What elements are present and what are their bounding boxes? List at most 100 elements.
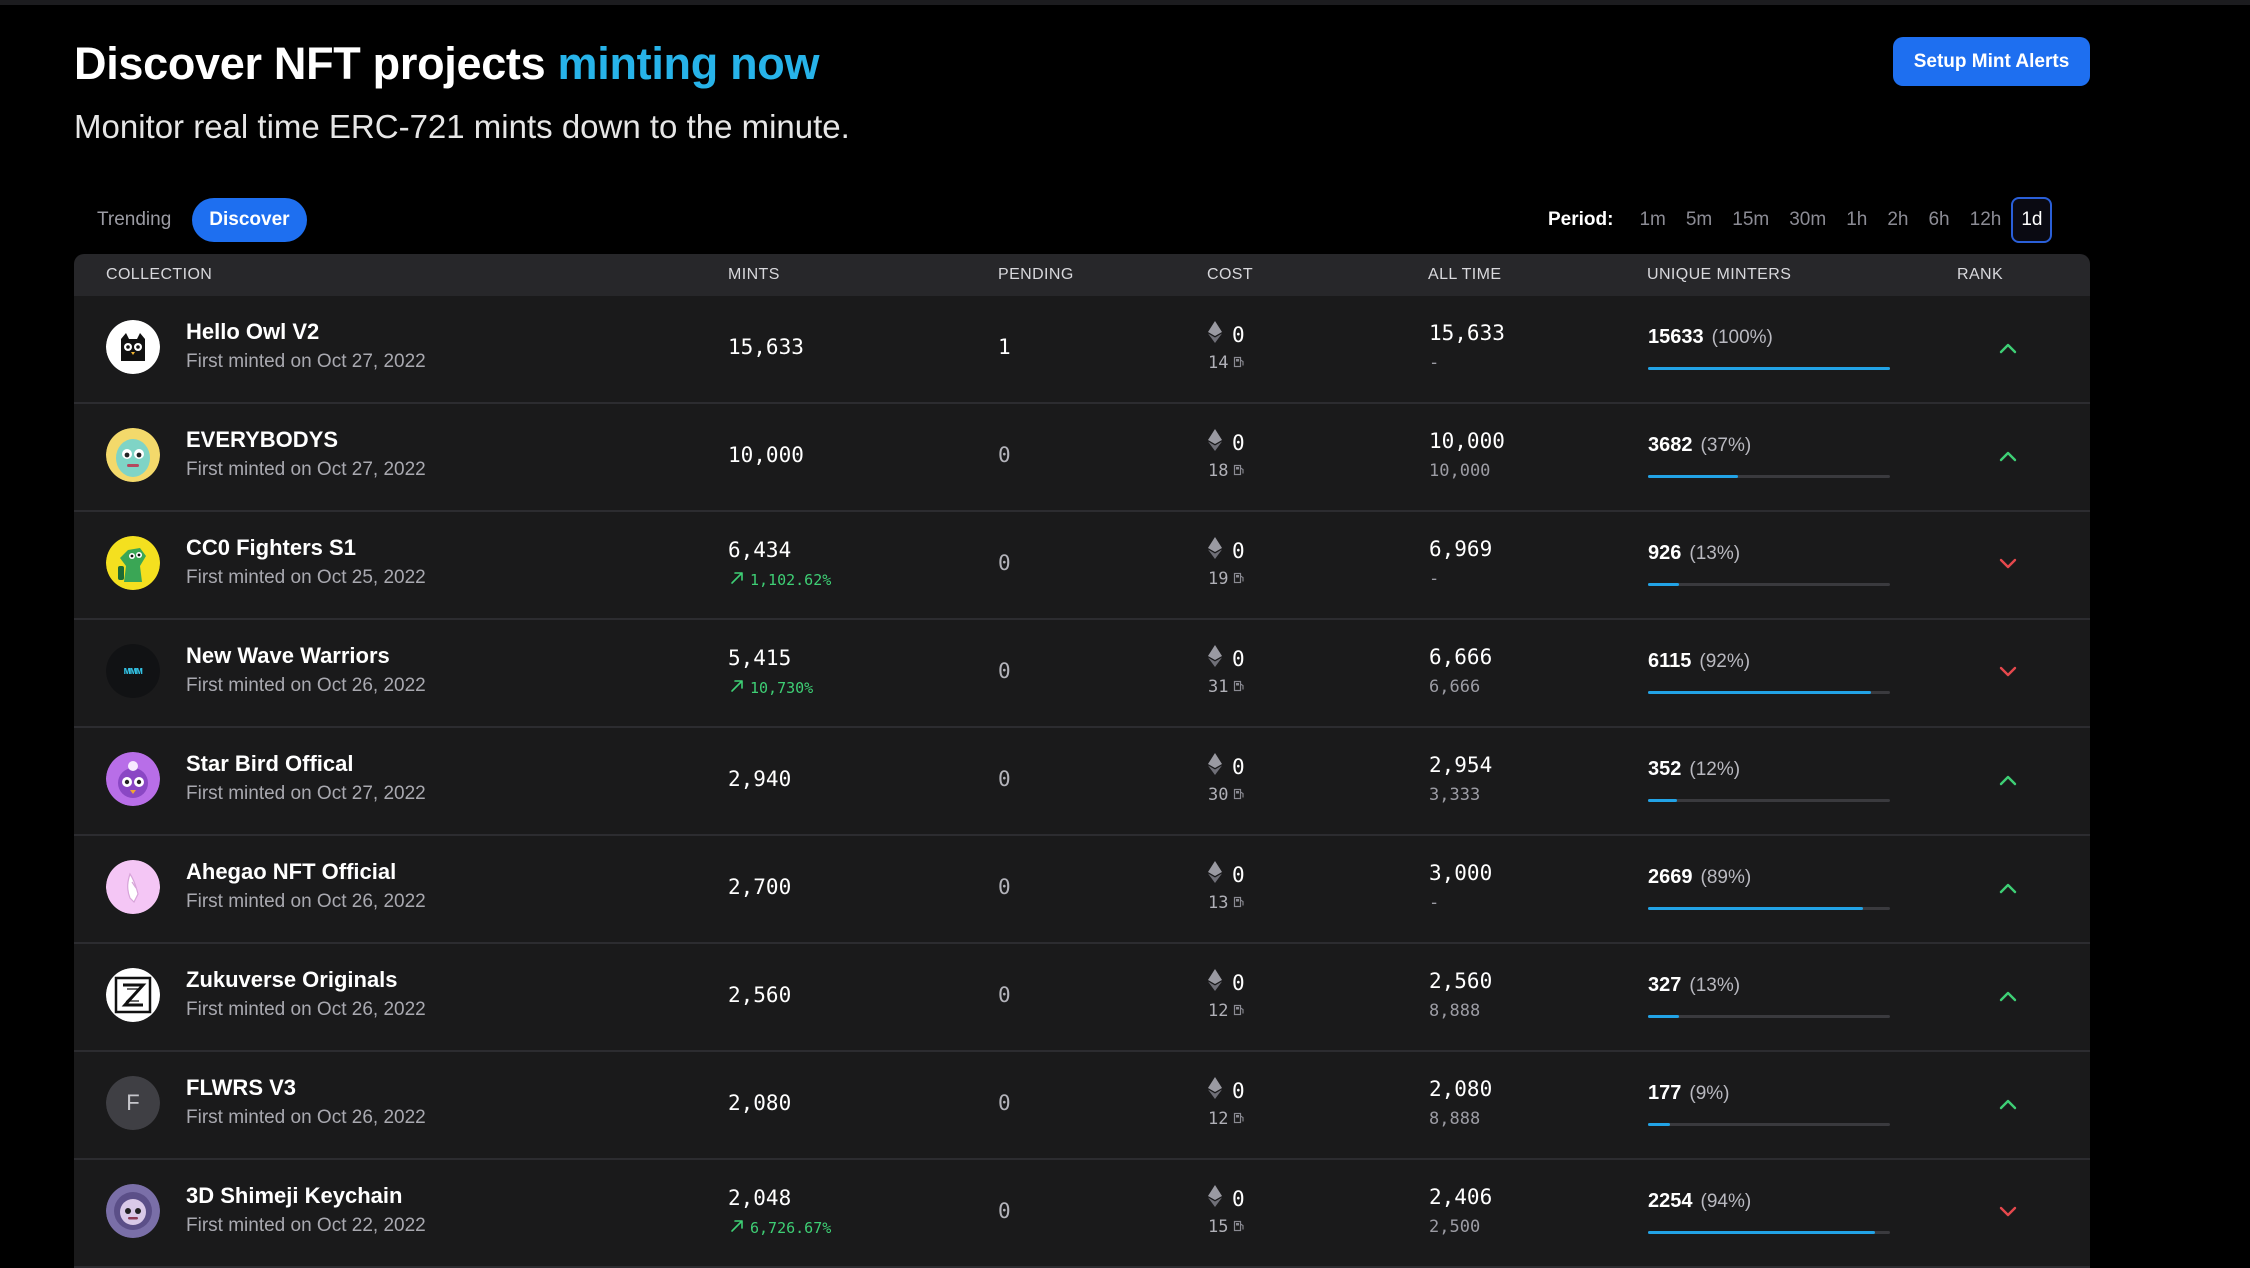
tab-trending[interactable]: Trending bbox=[80, 198, 188, 242]
table-row[interactable]: Ahegao NFT Official First minted on Oct … bbox=[74, 836, 2090, 944]
trend-up-arrow-icon bbox=[730, 571, 744, 589]
period-12h[interactable]: 12h bbox=[1960, 197, 2012, 243]
mints-count: 10,000 bbox=[728, 443, 804, 467]
collection-name[interactable]: EVERYBODYS bbox=[186, 427, 338, 453]
collection-avatar bbox=[106, 1184, 160, 1238]
pending-count: 0 bbox=[998, 1091, 1011, 1115]
collection-name[interactable]: 3D Shimeji Keychain bbox=[186, 1183, 402, 1209]
period-2h[interactable]: 2h bbox=[1877, 197, 1918, 243]
gas-pump-icon bbox=[1233, 569, 1245, 589]
collection-avatar: ᴍᴍᴍ bbox=[106, 644, 160, 698]
collection-name[interactable]: Ahegao NFT Official bbox=[186, 859, 396, 885]
cost: 0 bbox=[1208, 969, 1245, 996]
pending-count: 0 bbox=[998, 551, 1011, 575]
period-15m[interactable]: 15m bbox=[1722, 197, 1779, 243]
period-5m[interactable]: 5m bbox=[1676, 197, 1722, 243]
title-main: Discover NFT projects bbox=[74, 38, 546, 89]
collection-name[interactable]: New Wave Warriors bbox=[186, 643, 390, 669]
unique-minters-percent: (37%) bbox=[1700, 435, 1752, 456]
unique-minters-bar bbox=[1648, 1123, 1890, 1126]
collection-name[interactable]: Zukuverse Originals bbox=[186, 967, 398, 993]
cost-value: 0 bbox=[1232, 862, 1245, 887]
unique-minters: 352 (12%) bbox=[1648, 758, 1740, 781]
col-all-time[interactable]: ALL TIME bbox=[1428, 254, 1501, 296]
growth-value: 6,726.67% bbox=[750, 1219, 832, 1237]
pending-count: 0 bbox=[998, 875, 1011, 899]
unique-minters-count: 352 bbox=[1648, 758, 1682, 780]
collection-name[interactable]: CC0 Fighters S1 bbox=[186, 535, 356, 561]
gas-cost: 30 bbox=[1208, 785, 1245, 805]
unique-minters-bar-fill bbox=[1648, 367, 1890, 370]
all-time-count: 2,560 bbox=[1429, 969, 1493, 993]
rank-up-icon bbox=[1997, 985, 2019, 1007]
gas-value: 13 bbox=[1208, 893, 1229, 913]
cost-value: 0 bbox=[1232, 322, 1245, 347]
table-row[interactable]: ᴍᴍᴍ New Wave Warriors First minted on Oc… bbox=[74, 620, 2090, 728]
max-supply: - bbox=[1429, 893, 1440, 913]
max-supply: - bbox=[1429, 353, 1440, 373]
unique-minters-bar-fill bbox=[1648, 799, 1678, 802]
title-accent: minting now bbox=[557, 38, 820, 89]
cost: 0 bbox=[1208, 537, 1245, 564]
mints-count: 2,080 bbox=[728, 1091, 792, 1115]
cost-value: 0 bbox=[1232, 538, 1245, 563]
all-time-count: 15,633 bbox=[1429, 321, 1505, 345]
col-mints[interactable]: MINTS bbox=[728, 254, 780, 296]
collection-name[interactable]: Hello Owl V2 bbox=[186, 319, 319, 345]
gas-pump-icon bbox=[1233, 893, 1245, 913]
unique-minters: 2669 (89%) bbox=[1648, 866, 1751, 889]
eth-icon bbox=[1208, 861, 1222, 888]
period-30m[interactable]: 30m bbox=[1779, 197, 1836, 243]
unique-minters: 15633 (100%) bbox=[1648, 326, 1773, 349]
mints-count: 2,700 bbox=[728, 875, 792, 899]
collection-name[interactable]: FLWRS V3 bbox=[186, 1075, 296, 1101]
table-header: COLLECTION MINTS PENDING COST ALL TIME U… bbox=[74, 254, 2090, 296]
period-1h[interactable]: 1h bbox=[1836, 197, 1877, 243]
mints-growth: 1,102.62% bbox=[730, 571, 831, 589]
unique-minters: 2254 (94%) bbox=[1648, 1190, 1751, 1213]
table-row[interactable]: CC0 Fighters S1 First minted on Oct 25, … bbox=[74, 512, 2090, 620]
max-supply: 2,500 bbox=[1429, 1217, 1481, 1237]
period-1d[interactable]: 1d bbox=[2011, 197, 2053, 243]
unique-minters-count: 2669 bbox=[1648, 866, 1693, 888]
table-row[interactable]: Zukuverse Originals First minted on Oct … bbox=[74, 944, 2090, 1052]
eth-icon bbox=[1208, 321, 1222, 348]
gas-value: 14 bbox=[1208, 353, 1229, 373]
table-row[interactable]: EVERYBODYS First minted on Oct 27, 2022 … bbox=[74, 404, 2090, 512]
page-subtitle: Monitor real time ERC-721 mints down to … bbox=[74, 108, 850, 145]
collection-avatar bbox=[106, 752, 160, 806]
table-body: Hello Owl V2 First minted on Oct 27, 202… bbox=[74, 296, 2090, 1268]
eth-icon bbox=[1208, 753, 1222, 780]
table-row[interactable]: F FLWRS V3 First minted on Oct 26, 2022 … bbox=[74, 1052, 2090, 1160]
trend-up-arrow-icon bbox=[730, 679, 744, 697]
gas-pump-icon bbox=[1233, 785, 1245, 805]
period-1m[interactable]: 1m bbox=[1629, 197, 1675, 243]
unique-minters-bar-fill bbox=[1648, 907, 1864, 910]
unique-minters-bar-fill bbox=[1648, 1015, 1680, 1018]
collection-name[interactable]: Star Bird Offical bbox=[186, 751, 353, 777]
table-row[interactable]: 3D Shimeji Keychain First minted on Oct … bbox=[74, 1160, 2090, 1268]
unique-minters-bar bbox=[1648, 907, 1890, 910]
cost: 0 bbox=[1208, 645, 1245, 672]
unique-minters-percent: (13%) bbox=[1689, 543, 1741, 564]
gas-pump-icon bbox=[1233, 353, 1245, 373]
col-collection[interactable]: COLLECTION bbox=[106, 254, 212, 296]
tab-discover[interactable]: Discover bbox=[192, 198, 307, 242]
setup-mint-alerts-button[interactable]: Setup Mint Alerts bbox=[1893, 37, 2090, 86]
col-unique-minters[interactable]: UNIQUE MINTERS bbox=[1647, 254, 1791, 296]
table-row[interactable]: Hello Owl V2 First minted on Oct 27, 202… bbox=[74, 296, 2090, 404]
cost-value: 0 bbox=[1232, 1078, 1245, 1103]
unique-minters-percent: (9%) bbox=[1689, 1083, 1730, 1104]
table-row[interactable]: Star Bird Offical First minted on Oct 27… bbox=[74, 728, 2090, 836]
period-6h[interactable]: 6h bbox=[1918, 197, 1959, 243]
gas-cost: 14 bbox=[1208, 353, 1245, 373]
unique-minters-percent: (13%) bbox=[1689, 975, 1741, 996]
pending-count: 0 bbox=[998, 659, 1011, 683]
col-cost[interactable]: COST bbox=[1207, 254, 1253, 296]
col-rank[interactable]: RANK bbox=[1957, 254, 2003, 296]
unique-minters: 926 (13%) bbox=[1648, 542, 1740, 565]
growth-value: 10,730% bbox=[750, 679, 814, 697]
col-pending[interactable]: PENDING bbox=[998, 254, 1074, 296]
first-minted-date: First minted on Oct 26, 2022 bbox=[186, 891, 426, 912]
cost: 0 bbox=[1208, 321, 1245, 348]
